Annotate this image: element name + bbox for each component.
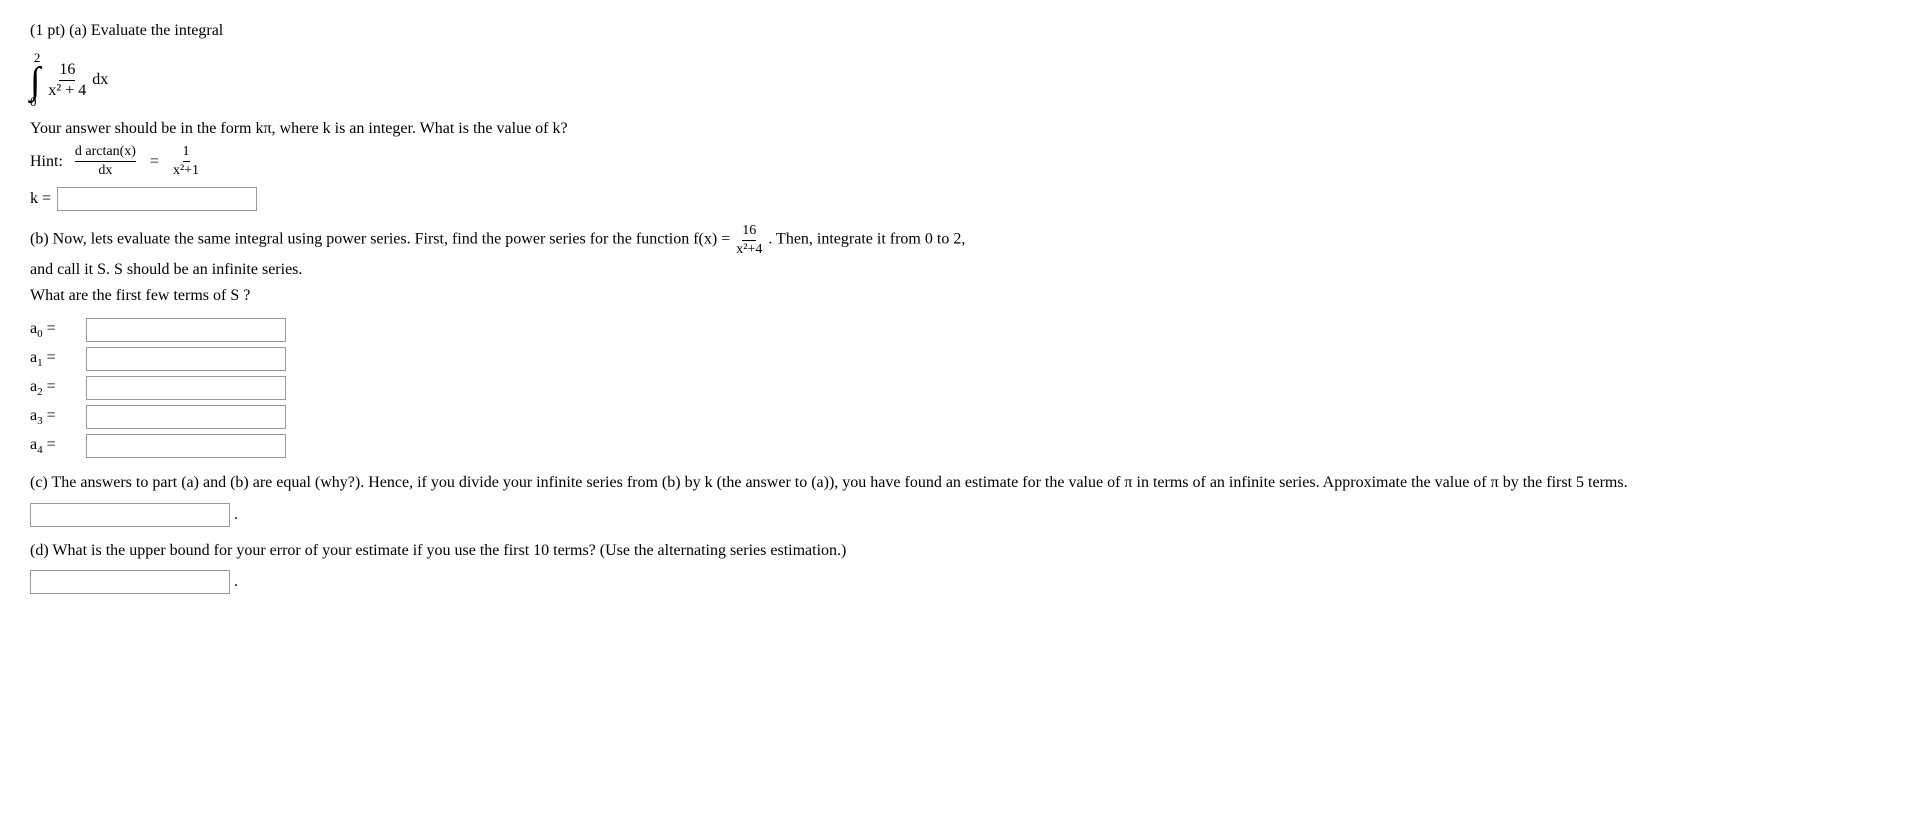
term-label-4: a4 = (30, 436, 80, 456)
part-b-fx-denominator: x²+4 (736, 241, 762, 257)
series-term-row-1: a1 = (30, 347, 1890, 371)
hint-rhs-denominator: x²+1 (173, 162, 199, 179)
part-d-input[interactable] (30, 570, 230, 594)
part-a-prefix: (1 pt) (a) (30, 22, 87, 39)
part-b-inline-fraction: 16 x²+4 (736, 223, 762, 257)
hint-fraction: d arctan(x) dx (75, 144, 136, 179)
part-b-fx-label: f(x) = (693, 231, 730, 248)
term-label-1: a1 = (30, 349, 80, 369)
part-b-text2: . Then, integrate it from 0 to 2, (768, 231, 965, 248)
part-b-text: (b) Now, lets evaluate the same integral… (30, 223, 1890, 308)
a2-input[interactable] (86, 376, 286, 400)
term-label-2: a2 = (30, 378, 80, 398)
series-terms-section: a0 = a1 = a2 = a3 = a4 = (30, 318, 1890, 458)
series-term-row-0: a0 = (30, 318, 1890, 342)
integral-symbol-container: 2 ∫ 0 (30, 50, 42, 110)
part-b-text1: Now, lets evaluate the same integral usi… (53, 231, 690, 248)
part-c-period: . (234, 502, 238, 528)
part-c-text: The answers to part (a) and (b) are equa… (51, 474, 1627, 491)
hint-label: Hint: (30, 153, 63, 171)
term-label-3: a3 = (30, 407, 80, 427)
integral-numerator: 16 (59, 61, 75, 81)
hint-fraction-num: d arctan(x) (75, 144, 136, 162)
k-label: k = (30, 190, 51, 208)
part-b-text3: and call it S. S should be an infinite s… (30, 261, 302, 278)
integral-lower-bound: 0 (30, 94, 37, 110)
hint-rhs-fraction: 1 x²+1 (173, 144, 199, 179)
part-d-text: What is the upper bound for your error o… (52, 542, 846, 559)
hint-equals: = (150, 153, 159, 171)
part-b-fx-numerator: 16 (742, 223, 756, 240)
part-c-input[interactable] (30, 503, 230, 527)
part-d-input-row: . (30, 569, 1890, 595)
part-c-input-row: . (30, 502, 1890, 528)
a3-input[interactable] (86, 405, 286, 429)
problem-container: (1 pt) (a) Evaluate the integral 2 ∫ 0 1… (30, 20, 1890, 595)
term-label-0: a0 = (30, 320, 80, 340)
a0-input[interactable] (86, 318, 286, 342)
integral-denominator: x² + 4 (48, 81, 86, 100)
series-term-row-4: a4 = (30, 434, 1890, 458)
part-c-label: (c) (30, 474, 48, 491)
k-input[interactable] (57, 187, 257, 211)
part-d-period: . (234, 569, 238, 595)
integral-fraction: 16 x² + 4 (48, 61, 86, 100)
part-b-text4: What are the first few terms of S ? (30, 287, 250, 304)
part-a-header: (1 pt) (a) Evaluate the integral (30, 20, 1890, 42)
part-d-label: (d) (30, 542, 49, 559)
hint-line: Hint: d arctan(x) dx = 1 x²+1 (30, 144, 1890, 179)
dx-term: dx (92, 71, 108, 89)
part-c-section: (c) The answers to part (a) and (b) are … (30, 470, 1890, 527)
a1-input[interactable] (86, 347, 286, 371)
a4-input[interactable] (86, 434, 286, 458)
k-input-row: k = (30, 187, 1890, 211)
hint-rhs-numerator: 1 (183, 144, 190, 162)
part-a-title: Evaluate the integral (91, 22, 223, 39)
hint-fraction-den: dx (98, 162, 112, 179)
series-term-row-2: a2 = (30, 376, 1890, 400)
part-b-label: (b) (30, 231, 49, 248)
integral-bounds: 2 ∫ 0 (30, 50, 40, 110)
answer-form-line: Your answer should be in the form kπ, wh… (30, 120, 1890, 138)
part-d-section: (d) What is the upper bound for your err… (30, 538, 1890, 595)
series-term-row-3: a3 = (30, 405, 1890, 429)
integral-expression: 2 ∫ 0 16 x² + 4 dx (30, 50, 108, 110)
